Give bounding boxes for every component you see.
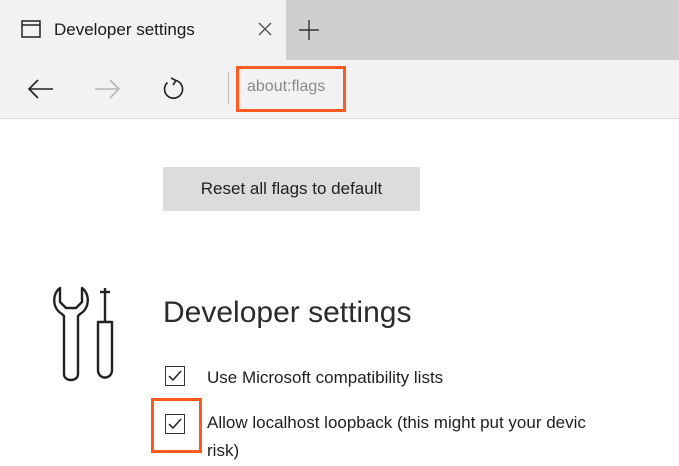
refresh-icon[interactable] <box>158 74 188 104</box>
tab-strip: Developer settings <box>0 0 679 60</box>
compatibility-lists-checkbox[interactable] <box>165 366 185 386</box>
close-icon[interactable] <box>254 18 276 40</box>
arrow-left-icon[interactable] <box>26 74 56 104</box>
arrow-right-icon[interactable] <box>92 74 122 104</box>
localhost-loopback-label-line1: Allow localhost loopback (this might put… <box>207 413 586 432</box>
tab-title: Developer settings <box>54 20 195 39</box>
checkbox-highlight-box <box>151 398 202 453</box>
plus-icon[interactable] <box>296 17 322 43</box>
reset-all-flags-button[interactable]: Reset all flags to default <box>163 167 420 211</box>
compatibility-lists-label: Use Microsoft compatibility lists <box>207 368 444 387</box>
address-separator <box>228 72 229 104</box>
page-icon <box>21 20 41 38</box>
section-title: Developer settings <box>163 296 412 329</box>
localhost-loopback-label-line2: risk) <box>207 441 240 460</box>
tools-icon <box>50 282 124 386</box>
tab-developer-settings[interactable]: Developer settings <box>0 0 286 60</box>
navigation-bar: about:flags <box>0 60 679 119</box>
address-bar[interactable]: about:flags <box>247 78 325 96</box>
